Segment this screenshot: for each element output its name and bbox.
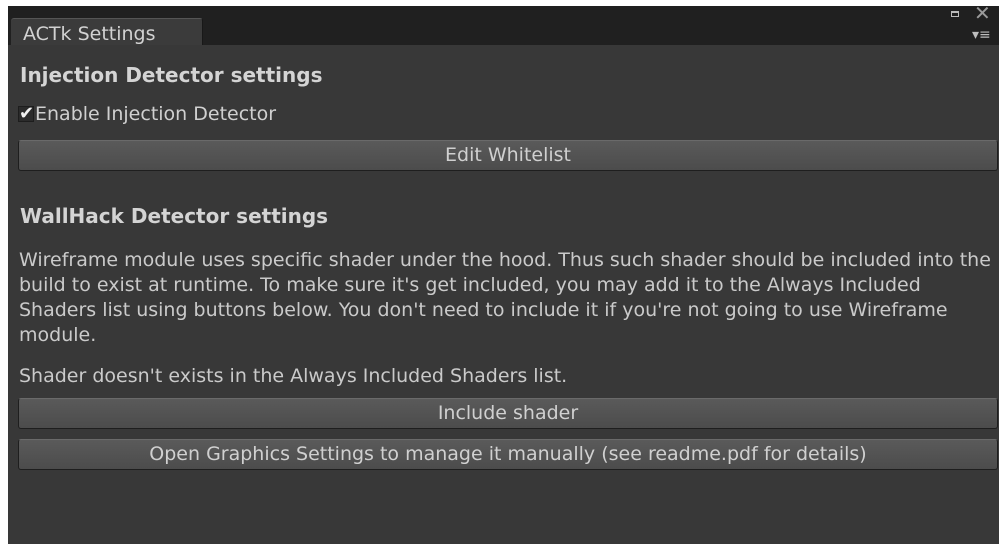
include-shader-button[interactable]: Include shader	[18, 398, 998, 429]
actk-settings-window: ACTk Settings ✕ ▾≡ Injection Detector se…	[8, 6, 999, 544]
injection-detector-heading: Injection Detector settings	[20, 63, 323, 87]
wallhack-detector-heading: WallHack Detector settings	[20, 204, 329, 228]
enable-injection-detector-checkbox[interactable]: ✔	[18, 103, 35, 124]
wireframe-description: Wireframe module uses specific shader un…	[19, 249, 991, 346]
checkmark-icon: ✔	[19, 103, 35, 124]
maximize-icon[interactable]	[951, 11, 959, 17]
context-menu-icon[interactable]: ▾≡	[972, 28, 991, 42]
close-icon[interactable]: ✕	[974, 6, 991, 23]
tab-actk-settings[interactable]: ACTk Settings	[11, 18, 203, 45]
enable-injection-detector-toggle[interactable]: ✔ Enable Injection Detector	[18, 102, 276, 126]
open-graphics-settings-button[interactable]: Open Graphics Settings to manage it manu…	[18, 439, 998, 470]
shader-status-text: Shader doesn't exists in the Always Incl…	[19, 365, 568, 387]
tab-label: ACTk Settings	[23, 23, 156, 45]
title-bar: ACTk Settings ✕ ▾≡	[8, 6, 999, 45]
edit-whitelist-button[interactable]: Edit Whitelist	[18, 140, 998, 171]
enable-injection-detector-label[interactable]: Enable Injection Detector	[35, 103, 276, 125]
